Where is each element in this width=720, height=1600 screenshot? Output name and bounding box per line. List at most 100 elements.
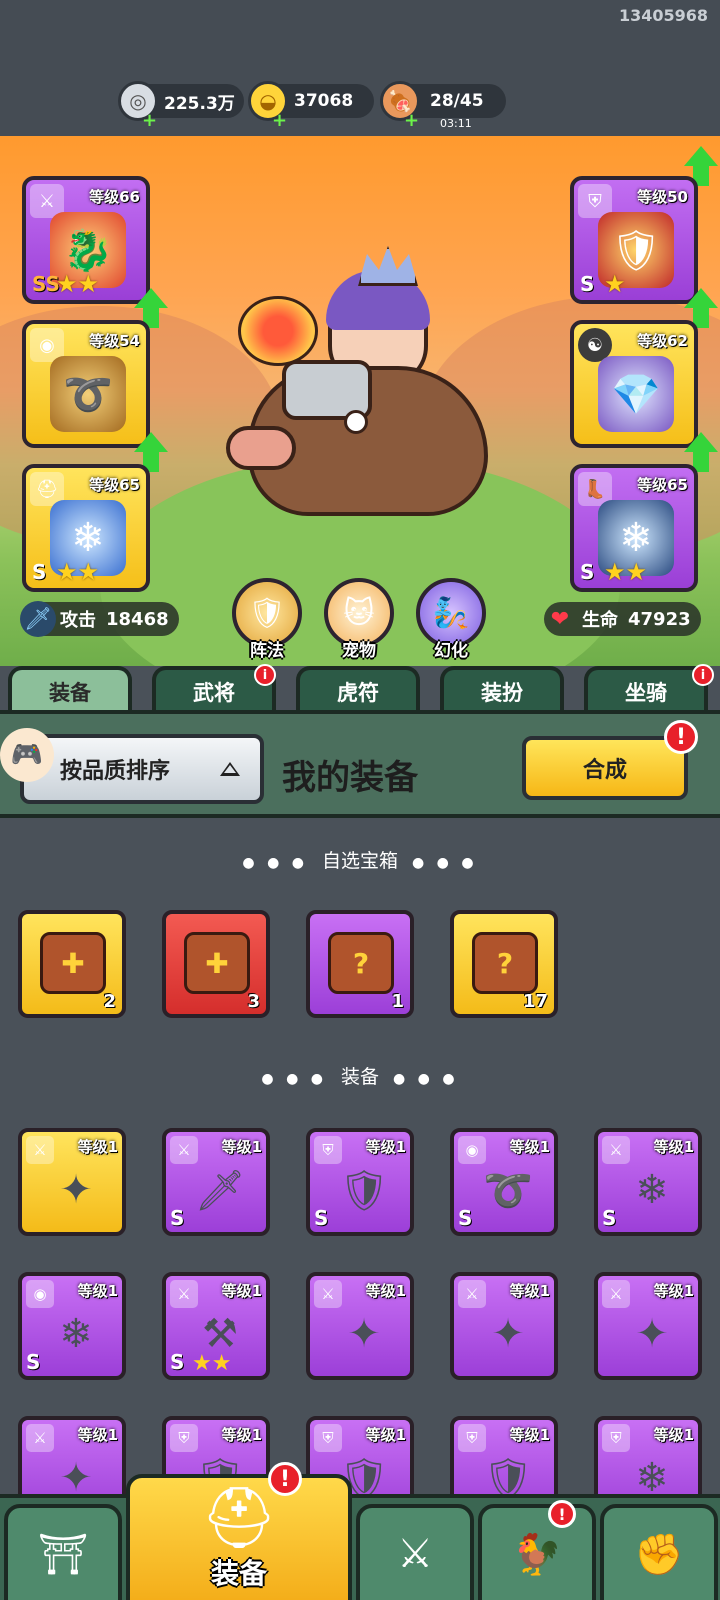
weapon-icon: ⚔ xyxy=(26,1424,54,1452)
silver-value: 225.3万 xyxy=(164,93,235,114)
plus-icon[interactable]: + xyxy=(142,112,157,130)
equipment-item[interactable]: ⚔ 等级1 ✦ xyxy=(594,1272,702,1380)
equipment-item[interactable]: ⚔ 等级1 🗡 S xyxy=(162,1128,270,1236)
gold-resource[interactable]: ◒ 37068 + xyxy=(248,81,374,130)
plus-icon[interactable]: + xyxy=(272,112,287,130)
armor-icon: 🛡 xyxy=(338,1167,390,1214)
nav-power[interactable]: ✊ xyxy=(600,1504,718,1600)
equipment-item[interactable]: ⚔ 等级1 ✦ xyxy=(306,1272,414,1380)
tab-mount[interactable]: 坐骑 xyxy=(584,666,708,714)
grade-label: S xyxy=(458,1206,473,1230)
item-level: 等级1 xyxy=(365,1426,406,1444)
amulet-icon: ➰ xyxy=(50,356,126,432)
equipment-item[interactable]: ◉ 等级1 ➰ S xyxy=(450,1128,558,1236)
mystery-chest-icon: ? xyxy=(328,932,394,994)
item-level: 等级1 xyxy=(221,1138,262,1156)
synthesize-button[interactable]: 合成 xyxy=(522,736,688,800)
shuriken-icon: ✦ xyxy=(635,1311,669,1357)
city-gate-icon: ⛩ xyxy=(37,1531,89,1578)
nav-city[interactable]: ⛩ xyxy=(4,1504,122,1600)
weapon-icon: ⚔ xyxy=(170,1280,198,1308)
boar-snout xyxy=(226,426,296,470)
weapon-icon: ⚔ xyxy=(602,1136,630,1164)
sword-icon: 🗡 xyxy=(20,601,56,637)
chevron-up-icon xyxy=(220,762,240,776)
medal-icon: ◉ xyxy=(458,1136,486,1164)
item-count: 2 xyxy=(103,991,116,1012)
star-rating: ★★ xyxy=(192,1351,232,1376)
chest-item[interactable]: ✚ 2 xyxy=(18,910,126,1018)
pet-cat-icon: 🐱 xyxy=(343,595,375,631)
top-bar: 13405968 ◎ 225.3万 + ◒ 37068 + 🍖 28/45 + … xyxy=(0,0,720,136)
grade-label: S xyxy=(26,1350,41,1374)
sort-dropdown[interactable]: 按品质排序 xyxy=(20,734,264,804)
chest-item[interactable]: ? 17 xyxy=(450,910,558,1018)
tab-tiger-tally[interactable]: 虎符 xyxy=(296,666,420,714)
equipment-item[interactable]: ⚔ 等级1 ⚒ S ★★ xyxy=(162,1272,270,1380)
weapon-icon: ⚔ xyxy=(602,1280,630,1308)
bracer-icon: 💎 xyxy=(598,356,674,432)
boar-eye xyxy=(344,410,368,434)
weapon-icon: ⚔ xyxy=(314,1280,342,1308)
hero-crown xyxy=(358,246,418,286)
dots-decoration: ● ● ● xyxy=(412,855,478,871)
item-count: 3 xyxy=(247,991,260,1012)
medal-icon: ◉ xyxy=(26,1280,54,1308)
heart-icon: ❤ xyxy=(550,606,570,632)
transform-icon: 🧞 xyxy=(432,595,470,631)
chest-item[interactable]: ? 1 xyxy=(306,910,414,1018)
alert-icon: ! xyxy=(268,1462,302,1496)
star-rating: ★★ xyxy=(56,270,100,298)
equipment-item[interactable]: ⚔ 等级1 ✦ xyxy=(450,1272,558,1380)
pet-label: 宠物 xyxy=(342,641,376,661)
stamina-value: 28/45 xyxy=(430,91,484,111)
slot-level: 等级62 xyxy=(637,332,688,350)
item-level: 等级1 xyxy=(653,1138,694,1156)
equip-slot-accessory[interactable]: ☯ 等级62 💎 xyxy=(570,320,698,448)
hero-character[interactable] xyxy=(226,246,498,546)
rooster-icon: 🐓 xyxy=(512,1531,562,1578)
grade-label: S xyxy=(32,560,47,584)
helmet-icon: ⛑ xyxy=(200,1483,278,1553)
boar-mount xyxy=(226,360,488,516)
crossed-swords-icon: ⚔ xyxy=(397,1531,433,1577)
plus-icon[interactable]: + xyxy=(404,112,419,130)
mystery-chest-icon: ? xyxy=(472,932,538,994)
equipment-item[interactable]: ⛨ 等级1 🛡 S xyxy=(306,1128,414,1236)
stamina-resource[interactable]: 🍖 28/45 + 03:11 xyxy=(380,81,506,130)
armor-icon: ⛨ xyxy=(170,1424,198,1452)
item-level: 等级1 xyxy=(365,1138,406,1156)
equip-slot-helmet[interactable]: ⛑ 等级65 ❄ S ★★ xyxy=(22,464,150,592)
item-level: 等级1 xyxy=(77,1138,118,1156)
equipment-item[interactable]: ⚔ 等级1 ❄ S xyxy=(594,1128,702,1236)
shuriken-icon: ✦ xyxy=(347,1311,381,1357)
tab-outfit[interactable]: 装扮 xyxy=(440,666,564,714)
tab-equipment[interactable]: 装备 xyxy=(8,666,132,714)
gamepad-icon[interactable]: 🎮 xyxy=(0,728,54,782)
chest-item[interactable]: ✚ 3 xyxy=(162,910,270,1018)
nav-equipment[interactable]: ⛑ 装备 xyxy=(126,1474,352,1600)
weapon-icon: ⚔ xyxy=(458,1280,486,1308)
ice-amulet-icon: ❄ xyxy=(59,1311,93,1357)
dice-chest-icon: ✚ xyxy=(40,932,106,994)
feather-crest xyxy=(238,296,318,366)
equip-slot-boots[interactable]: 👢 等级65 ❄ S ★★ xyxy=(570,464,698,592)
equipment-item[interactable]: ⚔ 等级1 ✦ xyxy=(18,1128,126,1236)
shuriken-icon: ✦ xyxy=(59,1167,93,1213)
attack-label: 攻击 xyxy=(60,610,96,631)
category-tabs: 装备 武将 i 虎符 装扮 坐骑 i xyxy=(0,664,720,714)
hp-stat: ❤ 生命 47923 xyxy=(544,602,701,636)
sort-label: 按品质排序 xyxy=(60,759,171,784)
notification-badge: i xyxy=(254,664,276,686)
equipment-item[interactable]: ◉ 等级1 ❄ S xyxy=(18,1272,126,1380)
item-count: 1 xyxy=(391,991,404,1012)
equip-slot-medal[interactable]: ◉ 等级54 ➰ xyxy=(22,320,150,448)
nav-battle[interactable]: ⚔ xyxy=(356,1504,474,1600)
nav-rooster[interactable]: 🐓 xyxy=(478,1504,596,1600)
equip-slot-weapon[interactable]: ⚔ 等级66 🐉 SS ★★ xyxy=(22,176,150,304)
amulet-icon: ➰ xyxy=(483,1167,533,1214)
hp-value: 47923 xyxy=(628,608,691,630)
equip-slot-armor[interactable]: ⛨ 等级50 🛡 S ★ xyxy=(570,176,698,304)
dots-decoration: ● ● ● xyxy=(261,1071,327,1087)
silver-resource[interactable]: ◎ 225.3万 + xyxy=(118,81,244,130)
